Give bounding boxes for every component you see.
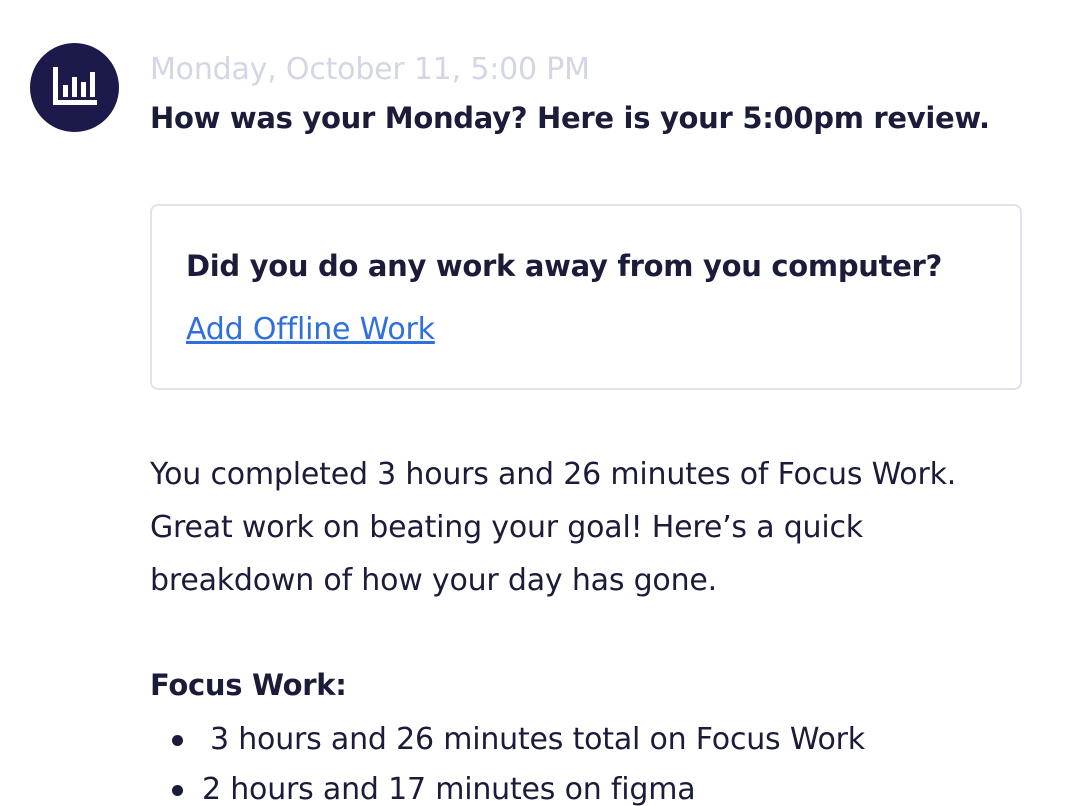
focus-work-list: 3 hours and 26 minutes total on Focus Wo… [150,715,1030,806]
list-item: 3 hours and 26 minutes total on Focus Wo… [150,715,1030,765]
bot-avatar [30,43,119,132]
list-item-text: 2 hours and 17 minutes on figma [202,772,696,806]
bullet-icon [172,785,183,796]
bullet-icon [172,735,183,746]
offline-work-card: Did you do any work away from you comput… [150,204,1022,390]
review-message: Monday, October 11, 5:00 PM How was your… [0,0,1068,806]
message-timestamp: Monday, October 11, 5:00 PM [150,52,590,87]
list-item-text: 3 hours and 26 minutes total on Focus Wo… [210,722,865,757]
offline-work-question: Did you do any work away from you comput… [186,249,943,283]
focus-summary-text: You completed 3 hours and 26 minutes of … [150,457,957,598]
list-item: 2 hours and 17 minutes on figma [150,765,1030,806]
message-body: Monday, October 11, 5:00 PM How was your… [150,50,1030,806]
add-offline-work-link[interactable]: Add Offline Work [186,310,435,350]
focus-work-heading: Focus Work: [150,668,347,702]
bar-chart-icon [53,67,97,105]
message-headline: How was your Monday? Here is your 5:00pm… [150,101,990,135]
